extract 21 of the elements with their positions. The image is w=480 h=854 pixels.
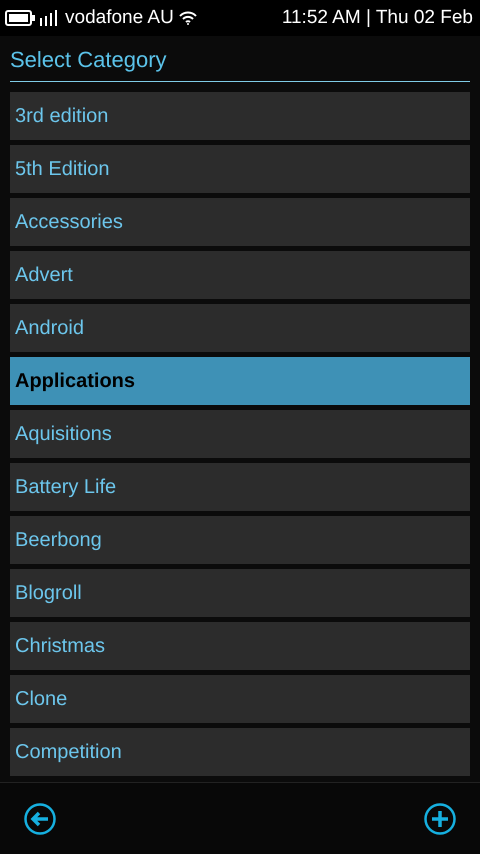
category-item[interactable]: Accessories: [10, 198, 470, 246]
signal-icon: [40, 10, 60, 26]
add-button[interactable]: [424, 802, 456, 834]
category-item[interactable]: Battery Life: [10, 463, 470, 511]
category-item[interactable]: Christmas: [10, 622, 470, 670]
clock-date: 11:52 AM | Thu 02 Feb: [282, 6, 473, 30]
page-title: Select Category: [10, 45, 470, 82]
wifi-icon: [178, 11, 197, 25]
carrier-name: vodafone AU: [65, 6, 174, 30]
category-item[interactable]: Beerbong: [10, 516, 470, 564]
category-item[interactable]: Clone: [10, 675, 470, 723]
battery-icon: [5, 10, 35, 26]
category-item[interactable]: Advert: [10, 251, 470, 299]
category-item[interactable]: Competition: [10, 728, 470, 776]
category-item[interactable]: Blogroll: [10, 569, 470, 617]
category-item[interactable]: Android: [10, 304, 470, 352]
category-item[interactable]: 3rd edition: [10, 92, 470, 140]
category-item[interactable]: 5th Edition: [10, 145, 470, 193]
back-button[interactable]: [24, 802, 56, 834]
category-item[interactable]: Applications: [10, 357, 470, 405]
category-item[interactable]: Aquisitions: [10, 410, 470, 458]
